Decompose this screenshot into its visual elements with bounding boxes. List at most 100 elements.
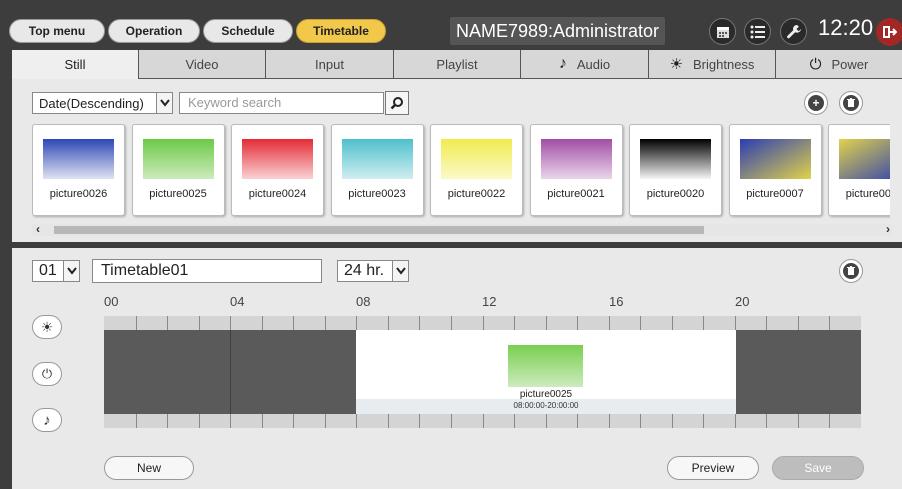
track-divider (230, 330, 232, 414)
thumbnail-label: picture0007 (746, 188, 804, 200)
calendar-icon[interactable] (709, 18, 736, 45)
ruler-tick (577, 414, 579, 428)
scroll-left-icon[interactable]: ‹ (36, 222, 40, 236)
search-icon (390, 97, 403, 110)
top-bar: Top menu Operation Schedule Timetable NA… (0, 0, 902, 50)
timeline-event[interactable]: picture0025 08:00:00-20:00:00 (356, 330, 736, 414)
sun-icon: ☀ (40, 318, 54, 335)
nav-schedule-button[interactable]: Schedule (203, 19, 293, 43)
ruler-tick (324, 316, 326, 330)
tab-audio[interactable]: ♪ Audio (521, 50, 649, 79)
scroll-right-icon[interactable]: › (886, 222, 890, 236)
save-button[interactable]: Save (772, 456, 864, 480)
chevron-down-icon (156, 93, 172, 113)
new-button[interactable]: New (104, 456, 194, 480)
tab-power[interactable]: ⏻ Power (776, 50, 902, 79)
ruler-tick (829, 316, 831, 330)
thumbnail-item[interactable]: picture0006 (828, 124, 890, 216)
power-icon: ⏻ (41, 366, 53, 381)
tab-label: Power (831, 56, 869, 72)
thumbnail-item[interactable]: picture0024 (231, 124, 324, 216)
ruler-tick (829, 414, 831, 428)
timetable-number: 01 (39, 262, 57, 279)
tab-brightness[interactable]: ☀ Brightness (649, 50, 776, 79)
delete-timetable-button[interactable] (839, 259, 863, 283)
ruler-tick (167, 414, 169, 428)
hour-label: 08 (356, 294, 371, 309)
thumbnail-label: picture0006 (845, 188, 890, 200)
ruler-tick (671, 316, 673, 330)
timetable-number-select[interactable]: 01 (32, 260, 80, 282)
nav-operation-button[interactable]: Operation (108, 19, 200, 43)
trash-icon (843, 95, 859, 111)
ruler-tick (482, 414, 484, 428)
tab-playlist[interactable]: Playlist (394, 50, 521, 79)
delete-button[interactable] (839, 91, 863, 115)
timetable-panel: 01 Timetable01 24 hr. 00 04 08 12 16 20 … (12, 248, 902, 489)
ruler-tick (230, 414, 232, 428)
thumbnail-item[interactable]: picture0025 (131, 124, 225, 216)
event-thumbnail (508, 345, 583, 387)
tab-input[interactable]: Input (266, 50, 394, 79)
add-button[interactable]: + (804, 91, 828, 115)
timetable-name-field[interactable]: Timetable01 (92, 259, 322, 283)
thumbnail-label: picture0020 (646, 188, 705, 200)
tab-still[interactable]: Still (12, 50, 139, 79)
search-input[interactable]: Keyword search (179, 92, 384, 114)
ruler-tick (640, 414, 642, 428)
thumbnail-image (142, 139, 214, 179)
thumbnail-item[interactable]: picture0022 (430, 124, 523, 216)
thumbnail-image (739, 139, 811, 179)
ruler-tick (387, 316, 389, 330)
ruler-tick (198, 316, 200, 330)
hour-label: 20 (735, 294, 750, 309)
tab-label: Video (185, 56, 219, 72)
power-row-button[interactable]: ⏻ (32, 362, 62, 386)
thumbnail-item[interactable]: picture0007 (728, 124, 822, 216)
ruler-tick (387, 414, 389, 428)
hour-label: 04 (230, 294, 245, 309)
nav-top-menu-button[interactable]: Top menu (9, 19, 105, 43)
audio-row-button[interactable]: ♪ (32, 408, 62, 432)
thumbnail-item[interactable]: picture0026 (32, 124, 125, 216)
ruler-tick (734, 414, 736, 428)
note-icon: ♪ (43, 411, 51, 429)
ruler-tick (324, 414, 326, 428)
logout-icon[interactable] (876, 18, 902, 46)
thumbnail-image (341, 139, 413, 179)
tab-video[interactable]: Video (139, 50, 266, 79)
content-library-panel: Still Video Input Playlist ♪ Audio ☀ Bri… (12, 50, 902, 242)
note-icon: ♪ (558, 55, 567, 72)
thumbnail-item[interactable]: picture0021 (529, 124, 623, 216)
sort-select[interactable]: Date(Descending) (32, 92, 173, 114)
ruler-tick (230, 316, 232, 330)
ruler-tick (198, 414, 200, 428)
thumbnail-label: picture0021 (547, 188, 605, 200)
ruler-tick (797, 414, 799, 428)
wrench-icon[interactable] (780, 18, 807, 45)
ruler-tick (293, 316, 295, 330)
horizontal-scrollbar[interactable]: ‹ › (32, 222, 892, 236)
preview-button[interactable]: Preview (667, 456, 759, 480)
ruler-tick (450, 414, 452, 428)
hour-label: 00 (104, 294, 119, 309)
ruler-tick (135, 316, 137, 330)
brightness-row-button[interactable]: ☀ (32, 315, 62, 339)
tab-label: Playlist (436, 56, 478, 72)
scrollbar-thumb[interactable] (54, 226, 704, 234)
ruler-tick (608, 316, 610, 330)
ruler-tick (261, 414, 263, 428)
ruler-tick (640, 316, 642, 330)
ruler-tick (734, 316, 736, 330)
search-button[interactable] (385, 91, 409, 115)
thumbnail-label: picture0026 (49, 188, 108, 200)
ruler-tick (608, 414, 610, 428)
ruler-tick (167, 316, 169, 330)
thumbnail-item[interactable]: picture0023 (330, 124, 424, 216)
nav-timetable-button[interactable]: Timetable (296, 19, 386, 43)
thumbnail-item[interactable]: picture0020 (629, 124, 722, 216)
timeline-track[interactable]: picture0025 08:00:00-20:00:00 (104, 330, 861, 414)
time-format-select[interactable]: 24 hr. (337, 260, 409, 282)
list-icon[interactable] (744, 18, 771, 45)
thumbnail-label: picture0022 (447, 188, 506, 200)
